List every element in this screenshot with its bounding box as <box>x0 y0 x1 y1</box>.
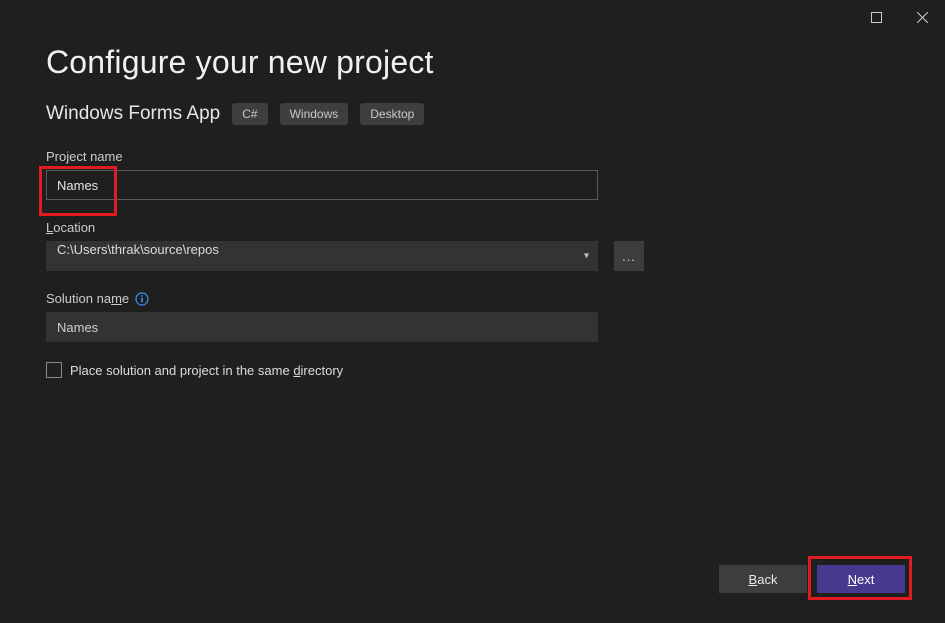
same-directory-label: Place solution and project in the same d… <box>70 363 343 378</box>
solution-name-section: Solution name Names <box>46 291 899 342</box>
solution-name-label: Solution name <box>46 291 899 306</box>
maximize-button[interactable] <box>853 4 899 30</box>
next-button[interactable]: Next <box>817 565 905 593</box>
template-name: Windows Forms App <box>46 103 220 125</box>
label-text: Project name <box>46 149 123 164</box>
project-name-section: Project name <box>46 149 899 200</box>
footer-buttons: Back Next <box>719 565 905 593</box>
chevron-down-icon: ▾ <box>584 251 589 262</box>
label-text: Location <box>46 220 95 235</box>
close-button[interactable] <box>899 4 945 30</box>
content-area: Configure your new project Windows Forms… <box>46 44 899 378</box>
tag-language: C# <box>232 103 267 125</box>
same-directory-row: Place solution and project in the same d… <box>46 362 899 378</box>
solution-name-input[interactable]: Names <box>46 312 598 342</box>
maximize-icon <box>871 12 882 23</box>
template-row: Windows Forms App C# Windows Desktop <box>46 103 899 125</box>
location-dropdown[interactable]: C:\Users\thrak\source\repos ▾ <box>46 241 598 271</box>
close-icon <box>917 12 928 23</box>
project-name-input[interactable] <box>46 170 598 200</box>
tag-platform: Windows <box>280 103 349 125</box>
info-icon[interactable] <box>135 292 149 306</box>
location-label: Location <box>46 220 899 235</box>
same-directory-checkbox[interactable] <box>46 362 62 378</box>
project-name-label: Project name <box>46 149 899 164</box>
back-label: Back <box>749 572 778 587</box>
location-section: Location C:\Users\thrak\source\repos ▾ .… <box>46 220 899 271</box>
back-button[interactable]: Back <box>719 565 807 593</box>
location-value: C:\Users\thrak\source\repos <box>57 242 219 257</box>
solution-value: Names <box>57 320 98 335</box>
next-label: Next <box>848 572 875 587</box>
label-text: Solution name <box>46 291 129 306</box>
tag-apptype: Desktop <box>360 103 424 125</box>
window-titlebar <box>0 0 945 34</box>
browse-button[interactable]: ... <box>614 241 644 271</box>
page-title: Configure your new project <box>46 44 899 81</box>
browse-label: ... <box>622 249 636 264</box>
